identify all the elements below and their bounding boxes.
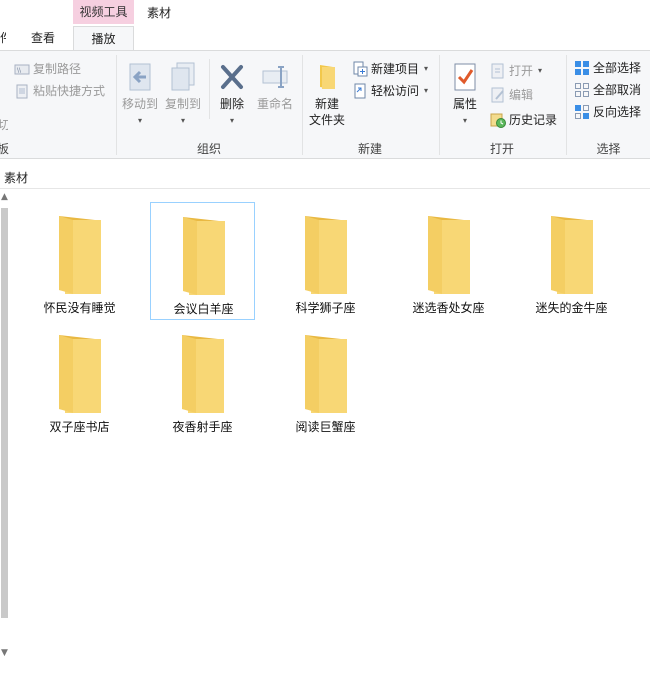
history-icon (490, 113, 506, 128)
delete-button[interactable]: 删除 ▾ (212, 61, 252, 126)
rename-button[interactable]: 重命名 (253, 61, 297, 112)
chevron-down-icon: ▾ (424, 64, 429, 73)
chevron-down-icon: ▾ (180, 116, 185, 125)
folder-item[interactable]: 迷选香处女座 (396, 202, 501, 320)
title-bar: 视频工具 素材 (0, 0, 650, 26)
chevron-down-icon: ▾ (462, 116, 467, 125)
window-title: 素材 (147, 6, 172, 20)
properties-button[interactable]: 属性 ▾ (445, 61, 485, 126)
rename-icon (262, 66, 288, 88)
cut-button-partial[interactable]: 切 (0, 115, 8, 135)
new-group-label: 新建 (357, 142, 382, 156)
properties-icon (454, 63, 476, 91)
select-none-icon (575, 83, 589, 97)
edit-icon (491, 87, 504, 103)
divider (302, 55, 303, 155)
clipboard-group-label: 板 (0, 142, 9, 156)
folder-item[interactable]: 科学狮子座 (273, 202, 378, 320)
folder-icon (59, 335, 101, 413)
folder-item[interactable]: 阅读巨蟹座 (273, 321, 378, 439)
ribbon-tabs: 件 查看 播放 (0, 26, 650, 51)
ribbon: \\ 复制路径 粘贴快捷方式 切 板 移动到 ▾ 复制到 ▾ 删除 ▾ 重命名 … (0, 50, 650, 159)
folder-icon (183, 217, 225, 295)
folder-item[interactable]: 夜香射手座 (150, 321, 255, 439)
scrollbar-thumb[interactable] (1, 208, 8, 618)
address-bar[interactable]: 素材 (0, 166, 650, 189)
copy-to-button[interactable]: 复制到 ▾ (161, 61, 205, 126)
select-all-icon (575, 61, 589, 75)
folder-icon (428, 216, 470, 294)
copy-to-icon (171, 62, 195, 91)
scroll-up-arrow-icon[interactable]: ▲ (1, 192, 8, 202)
scroll-down-arrow-icon[interactable]: ▼ (1, 648, 8, 658)
chevron-down-icon: ▾ (229, 116, 234, 125)
video-tools-context-tab[interactable]: 视频工具 (73, 0, 134, 24)
easy-access-icon (354, 83, 366, 99)
new-folder-button[interactable]: 新建 文件夹 (305, 61, 349, 128)
new-folder-icon (320, 65, 335, 89)
folder-item[interactable]: 怀民没有睡觉 (27, 202, 132, 320)
folder-icon (59, 216, 101, 294)
navigation-pane-scrollbar[interactable]: ▲ ▼ (0, 190, 10, 665)
open-group-label: 打开 (489, 142, 514, 156)
folder-item[interactable]: 会议白羊座 (150, 202, 255, 320)
folder-icon (551, 216, 593, 294)
move-to-button[interactable]: 移动到 ▾ (118, 61, 162, 126)
move-to-icon (129, 63, 151, 91)
invert-selection-icon (575, 105, 589, 119)
organize-group-label: 组织 (196, 142, 221, 156)
folder-icon (182, 335, 224, 413)
delete-icon (221, 65, 243, 89)
folder-icon (305, 335, 347, 413)
divider (209, 59, 210, 119)
chevron-down-icon: ▾ (424, 86, 429, 95)
copy-path-icon: \\ (14, 64, 30, 75)
chevron-down-icon: ▾ (137, 116, 142, 125)
new-item-icon (353, 61, 368, 77)
folder-icon (305, 216, 347, 294)
address-path: 素材 (4, 171, 29, 185)
open-icon (491, 63, 504, 79)
folder-item[interactable]: 双子座书店 (27, 321, 132, 439)
select-group-label: 选择 (596, 142, 621, 156)
tab-play[interactable]: 播放 (73, 26, 134, 51)
divider (116, 55, 117, 155)
tab-view[interactable]: 查看 (22, 26, 64, 50)
folder-item[interactable]: 迷失的金牛座 (519, 202, 624, 320)
paste-shortcut-icon (16, 84, 28, 99)
file-list: 怀民没有睡觉 会议白羊座 科学狮子座 迷选香处女座 迷失的金牛座 双子座书店 夜… (10, 190, 650, 686)
tab-share[interactable]: 件 (0, 26, 6, 50)
chevron-down-icon: ▾ (538, 66, 543, 75)
